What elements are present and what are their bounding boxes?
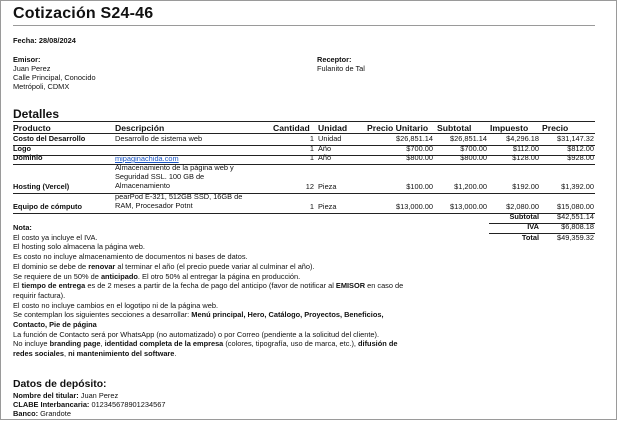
table-row-rule [13,193,595,194]
column-header-precio-unitario: Precio Unitario [367,123,429,133]
column-header-producto: Producto [13,123,51,133]
table-cell-producto: Costo del Desarrollo [13,134,86,143]
note-text: El costo no incluye cambios en el logoti… [13,300,219,310]
table-cell-descripcion: Almacenamiento [115,180,171,190]
deposit-heading: Datos de depósito: [13,379,107,390]
totals-value: $6,808.18 [561,222,594,231]
totals-value: $49,359.32 [557,233,594,242]
note-emphasis: EMISOR [335,281,366,291]
table-cell-cantidad: 12 [305,182,314,191]
totals-label: Total [521,233,539,242]
table-cell-unidad: Pieza [318,182,337,191]
deposit-item-label: Nombre del titular: [13,391,81,400]
column-header-impuesto: Impuesto [490,123,529,133]
table-row-rule [13,145,595,146]
note-emphasis: ni mantenimiento del software [68,349,175,359]
table-cell-subtotal: $26,851.14 [450,134,487,143]
table-cell-descripcion: Desarrollo de sistema web [115,134,203,143]
table-cell-cantidad: 1 [309,153,314,162]
deposit-item: CLABE Interbancaria: 012345678901234567 [13,400,165,409]
table-cell-descripcion: RAM, Procesador Potnt [115,200,193,210]
column-header-cantidad: Cantidad [273,123,310,133]
note-line: El costo no incluye cambios en el logoti… [13,301,413,311]
table-cell-unidad: Año [318,153,332,162]
table-cell-precio-unitario: $100.00 [406,182,433,191]
note-emphasis: identidad completa de la empresa [104,339,224,349]
note-text: . El otro 50% al entregar la página en p… [137,271,301,281]
note-text: El costo ya incluye el IVA. [13,232,98,242]
table-cell-producto: Dominio [13,153,43,162]
note-line: Se contemplan los siguientes secciones a… [13,310,413,329]
note-text: Se contemplan los siguientes secciones a… [13,310,192,320]
table-cell-impuesto: $4,296.18 [506,134,539,143]
totals-label: Subtotal [509,212,539,221]
note-text: . [174,349,177,359]
note-text: (colores, tipografía, uso de marca, etc.… [223,339,359,349]
note-emphasis: tiempo de entrega [21,281,86,291]
column-header-unidad: Unidad [318,123,348,133]
note-line: El tiempo de entrega es de 2 meses a par… [13,281,413,300]
table-cell-precio: $928.00 [567,153,594,162]
table-cell-precio-unitario: $13,000.00 [396,202,433,211]
note-line: Es costo no incluye almacenamiento de do… [13,252,413,262]
table-row-rule [13,155,595,156]
table-cell-impuesto: $128.00 [512,153,539,162]
table-cell-unidad: Unidad [318,134,342,143]
table-top-rule [13,121,595,122]
table-cell-producto: Equipo de cómputo [13,202,82,211]
table-cell-precio-unitario: $800.00 [406,153,433,162]
details-table: Producto Descripción Cantidad Unidad Precio … [1,1,618,242]
table-cell-cantidad: 1 [309,202,314,211]
table-row-rule [13,213,595,214]
column-header-precio: Precio [542,123,569,133]
table-cell-precio-unitario: $26,851.14 [396,134,433,143]
table-cell-subtotal: $800.00 [460,153,487,162]
totals-value: $42,551.14 [557,212,594,221]
note-line: El costo ya incluye el IVA. [13,233,413,243]
notes-block: Nota: El costo ya incluye el IVA. El host… [13,223,413,359]
quote-document: Cotización S24-46 Fecha: 28/08/2024 Emis… [0,0,617,420]
column-header-descripcion: Descripción [115,123,165,133]
deposit-item-label: Banco: [13,409,41,418]
note-text: es de 2 meses a partir de la fecha de pa… [85,281,336,291]
deposit-item-value: 012345678901234567 [91,400,166,409]
note-line: La función de Contacto será por WhatsApp… [13,330,413,340]
deposit-item-value: Juan Perez [80,391,119,400]
note-line: No incluye branding page, identidad comp… [13,339,413,358]
note-text: El dominio se debe de [13,261,89,271]
note-emphasis: anticipado [100,271,138,281]
table-cell-producto: Hosting (Vercel) [13,182,70,191]
note-text: Es costo no incluye almacenamiento de do… [13,252,248,262]
table-cell-cantidad: 1 [309,134,314,143]
note-text: El hosting solo almacena la página web. [13,242,145,252]
note-line: El hosting solo almacena la página web. [13,242,413,252]
table-cell-unidad: Pieza [318,202,337,211]
deposit-item: Banco: Grandote [13,409,71,418]
table-cell-precio: $15,080.00 [557,202,594,211]
notes-list: El costo ya incluye el IVA. El hosting so… [13,233,413,359]
table-cell-subtotal: $13,000.00 [450,202,487,211]
note-text: al terminar el año (el precio puede vari… [115,261,315,271]
table-cell-precio: $1,392.00 [561,182,594,191]
note-text: Se requiere de un 50% de [13,271,101,281]
column-header-subtotal: Subtotal [437,123,472,133]
table-cell-impuesto: $2,080.00 [506,202,539,211]
note-text: El [13,281,22,291]
deposit-item-value: Grandote [40,409,71,418]
deposit-item: Nombre del titular: Juan Perez [13,391,118,400]
note-line: Se requiere de un 50% de anticipado. El … [13,272,413,282]
table-cell-subtotal: $1,200.00 [454,182,487,191]
note-text: No incluye [13,339,50,349]
note-text: La función de Contacto será por WhatsApp… [13,329,380,339]
note-emphasis: renovar [88,261,116,271]
totals-label: IVA [527,222,539,231]
table-row-rule [13,164,595,165]
note-line: El dominio se debe de renovar al termina… [13,262,413,272]
nota-label: Nota: [13,223,32,232]
table-cell-precio: $31,147.32 [557,134,594,143]
deposit-item-label: CLABE Interbancaria: [13,400,92,409]
note-emphasis: branding page [49,339,101,349]
table-cell-impuesto: $192.00 [512,182,539,191]
